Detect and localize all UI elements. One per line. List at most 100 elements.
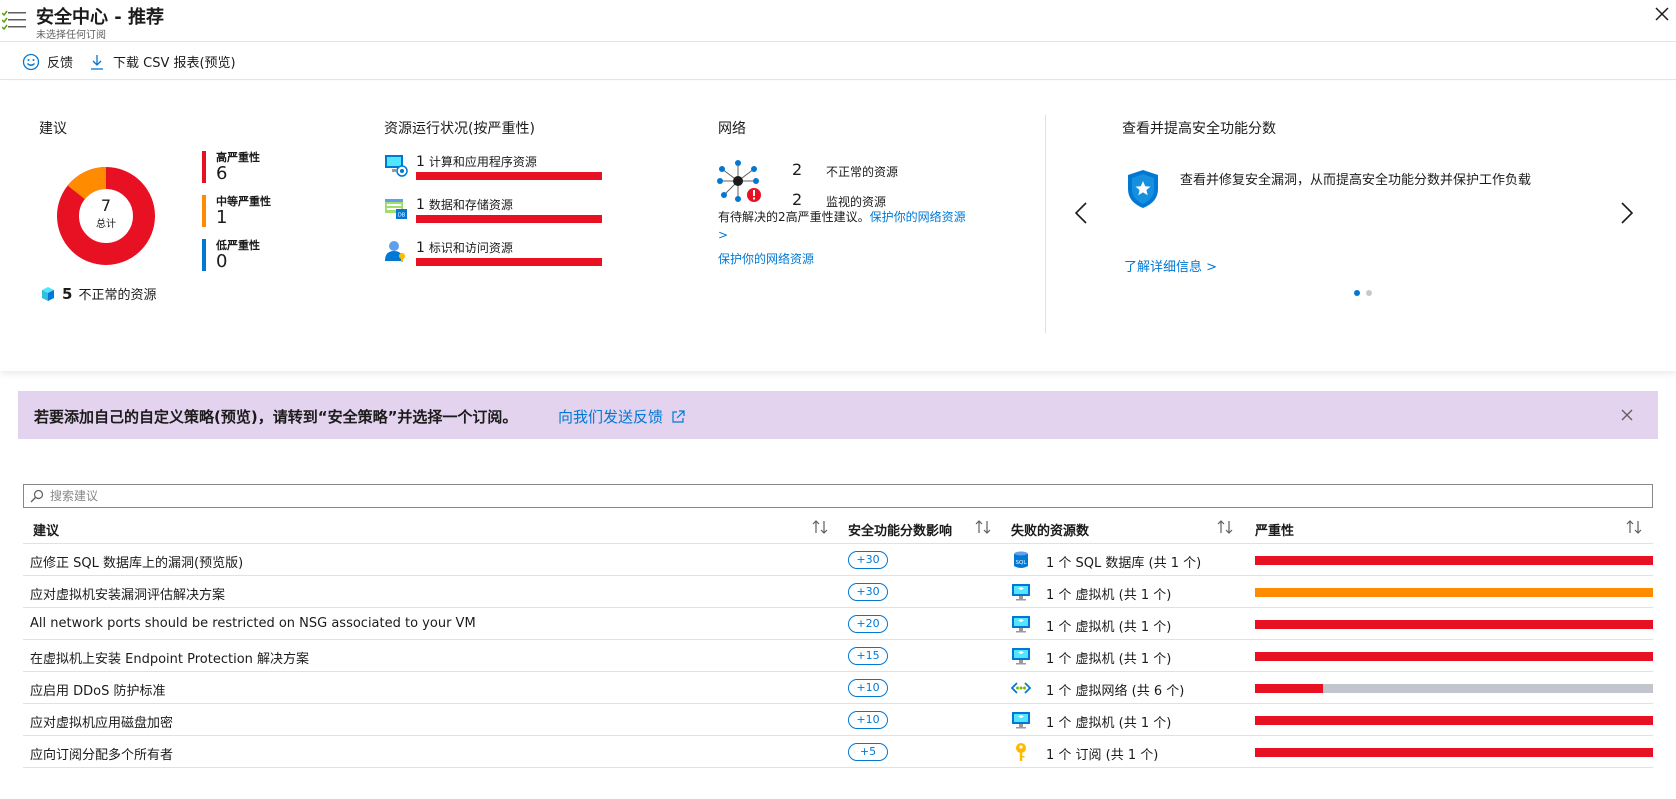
compute-label: 计算和应用程序资源 xyxy=(428,155,537,169)
smiley-icon xyxy=(22,53,40,70)
total-value: 7 xyxy=(100,196,112,215)
sql-database-icon: SQL xyxy=(1014,551,1028,568)
custom-policy-banner: 若要添加自己的自定义策略(预览)，请转到“安全策略”并选择一个订阅。 向我们发送… xyxy=(18,391,1658,439)
network-unhealthy-label: 不正常的资源 xyxy=(826,165,899,179)
score-impact-badge: +20 xyxy=(848,615,888,633)
carousel-dot-2[interactable] xyxy=(1366,290,1372,296)
score-impact-badge: +10 xyxy=(848,711,888,729)
storage-icon: DB xyxy=(385,199,407,219)
send-feedback-label: 向我们发送反馈 xyxy=(558,408,664,426)
failed-resources: 1 个 虚拟机 (共 1 个) xyxy=(1046,588,1172,603)
medium-severity-count[interactable]: 中等严重性 1 xyxy=(202,195,271,228)
column-header-failed-resources[interactable]: 失败的资源数 xyxy=(1011,520,1089,539)
virtual-machine-icon xyxy=(1012,648,1030,665)
sort-icon[interactable] xyxy=(1216,519,1234,535)
toolbar: 反馈 下载 CSV 报表(预览) xyxy=(0,42,1676,80)
severity-bar xyxy=(1255,652,1653,661)
failed-resources: 1 个 虚拟网络 (共 6 个) xyxy=(1046,684,1185,699)
failed-resources: 1 个 虚拟机 (共 1 个) xyxy=(1046,716,1172,731)
download-icon xyxy=(91,54,103,70)
identity-label: 标识和访问资源 xyxy=(428,241,513,255)
svg-text:DB: DB xyxy=(398,213,406,219)
low-severity-count[interactable]: 低严重性 0 xyxy=(202,239,260,272)
severity-bar xyxy=(1255,588,1653,597)
column-header-severity[interactable]: 严重性 xyxy=(1255,520,1294,539)
table-row[interactable]: 在虚拟机上安装 Endpoint Protection 解决方案 +15 1 个… xyxy=(23,640,1653,672)
low-severity-value: 0 xyxy=(216,251,228,272)
summary-panel: 建议 7 总计 高严重性 6 中等严重性 1 低严重性 0 5 不正常的资源 资… xyxy=(0,81,1676,371)
feedback-button[interactable]: 反馈 xyxy=(22,52,73,71)
table-header: 建议 安全功能分数影响 失败的资源数 严重性 xyxy=(23,512,1653,544)
high-severity-count[interactable]: 高严重性 6 xyxy=(202,151,260,184)
network-unhealthy-count: 2 xyxy=(792,160,803,179)
column-header-score-impact[interactable]: 安全功能分数影响 xyxy=(848,520,952,539)
failed-resources: 1 个 SQL 数据库 (共 1 个) xyxy=(1046,556,1202,571)
compute-count: 1 xyxy=(416,154,425,170)
table-row[interactable]: 应启用 DDoS 防护标准 +10 1 个 虚拟网络 (共 6 个) xyxy=(23,672,1653,704)
virtual-machine-icon xyxy=(1012,584,1030,601)
send-feedback-link[interactable]: 向我们发送反馈 xyxy=(558,406,685,427)
table-row[interactable]: 应向订阅分配多个所有者 +5 1 个 订阅 (共 1 个) xyxy=(23,736,1653,768)
menu-icon[interactable] xyxy=(2,10,26,32)
cube-icon xyxy=(42,286,54,301)
medium-severity-value: 1 xyxy=(216,207,228,228)
column-header-recommendation[interactable]: 建议 xyxy=(33,520,59,539)
protect-network-link-2[interactable]: 保护你的网络资源 xyxy=(718,250,814,267)
unhealthy-count: 5 xyxy=(62,284,73,303)
recommendations-title: 建议 xyxy=(39,121,67,137)
failed-resources: 1 个 虚拟机 (共 1 个) xyxy=(1046,652,1172,667)
data-storage-severity-bar xyxy=(416,215,602,223)
donut-center: 7 总计 xyxy=(54,196,158,231)
table-row[interactable]: 应对虚拟机安装漏洞评估解决方案 +30 1 个 虚拟机 (共 1 个) xyxy=(23,576,1653,608)
data-storage-count: 1 xyxy=(416,197,425,213)
unhealthy-resources[interactable]: 5 不正常的资源 xyxy=(40,284,156,303)
virtual-machine-icon xyxy=(1012,712,1030,729)
search-icon xyxy=(30,489,44,503)
page-subtitle: 未选择任何订阅 xyxy=(36,30,106,41)
failed-resources: 1 个 订阅 (共 1 个) xyxy=(1046,748,1159,763)
banner-text: 若要添加自己的自定义策略(预览)，请转到“安全策略”并选择一个订阅。 xyxy=(34,408,518,426)
search-input[interactable] xyxy=(50,489,1630,503)
table-row[interactable]: All network ports should be restricted o… xyxy=(23,608,1653,640)
total-label: 总计 xyxy=(96,219,116,230)
chevron-right-icon[interactable] xyxy=(1616,201,1636,225)
compute-severity-bar xyxy=(416,172,602,180)
download-csv-button[interactable]: 下载 CSV 报表(预览) xyxy=(88,52,236,71)
close-icon[interactable] xyxy=(1652,4,1672,24)
svg-text:SQL: SQL xyxy=(1016,560,1028,566)
severity-bar xyxy=(1255,620,1653,629)
carousel-pagination xyxy=(1354,290,1372,296)
recommendations-table: 建议 安全功能分数影响 失败的资源数 严重性 应修正 SQL 数据库上的漏洞(预… xyxy=(23,512,1653,768)
table-row[interactable]: 应对虚拟机应用磁盘加密 +10 1 个 虚拟机 (共 1 个) xyxy=(23,704,1653,736)
learn-more-link[interactable]: 了解详细信息 > xyxy=(1124,256,1217,275)
download-label: 下载 CSV 报表(预览) xyxy=(113,56,236,71)
carousel-dot-1[interactable] xyxy=(1354,290,1360,296)
score-impact-badge: +30 xyxy=(848,583,888,601)
recommendation-name: 应启用 DDoS 防护标准 xyxy=(30,684,166,699)
high-severity-value: 6 xyxy=(216,163,228,184)
chevron-left-icon[interactable] xyxy=(1072,201,1092,225)
sort-icon[interactable] xyxy=(1625,519,1643,535)
recommendation-name: 在虚拟机上安装 Endpoint Protection 解决方案 xyxy=(30,652,310,667)
banner-close-icon[interactable] xyxy=(1620,408,1634,422)
recommendation-name: 应修正 SQL 数据库上的漏洞(预览版) xyxy=(30,556,244,571)
network-description: 有待解决的2高严重性建议。保护你的网络资源 > xyxy=(718,208,970,244)
key-icon xyxy=(1016,743,1026,761)
external-link-icon xyxy=(672,409,685,423)
severity-bar xyxy=(1255,556,1653,565)
recommendation-name: 应对虚拟机安装漏洞评估解决方案 xyxy=(30,588,226,603)
table-row[interactable]: 应修正 SQL 数据库上的漏洞(预览版) +30 SQL 1 个 SQL 数据库… xyxy=(23,544,1653,576)
score-impact-badge: +5 xyxy=(848,743,888,761)
resource-health-title: 资源运行状况(按严重性) xyxy=(384,121,535,137)
severity-bar xyxy=(1255,748,1653,757)
unhealthy-label: 不正常的资源 xyxy=(78,288,157,303)
recommendation-name: 应向订阅分配多个所有者 xyxy=(30,748,174,763)
sort-icon[interactable] xyxy=(974,519,992,535)
network-description-text: 有待解决的2高严重性建议。 xyxy=(718,210,870,224)
severity-bar xyxy=(1255,684,1653,693)
identity-severity-bar xyxy=(416,258,602,266)
virtual-network-icon xyxy=(1011,682,1031,694)
sort-icon[interactable] xyxy=(811,519,829,535)
score-impact-badge: +30 xyxy=(848,551,888,569)
section-divider xyxy=(1045,115,1046,333)
